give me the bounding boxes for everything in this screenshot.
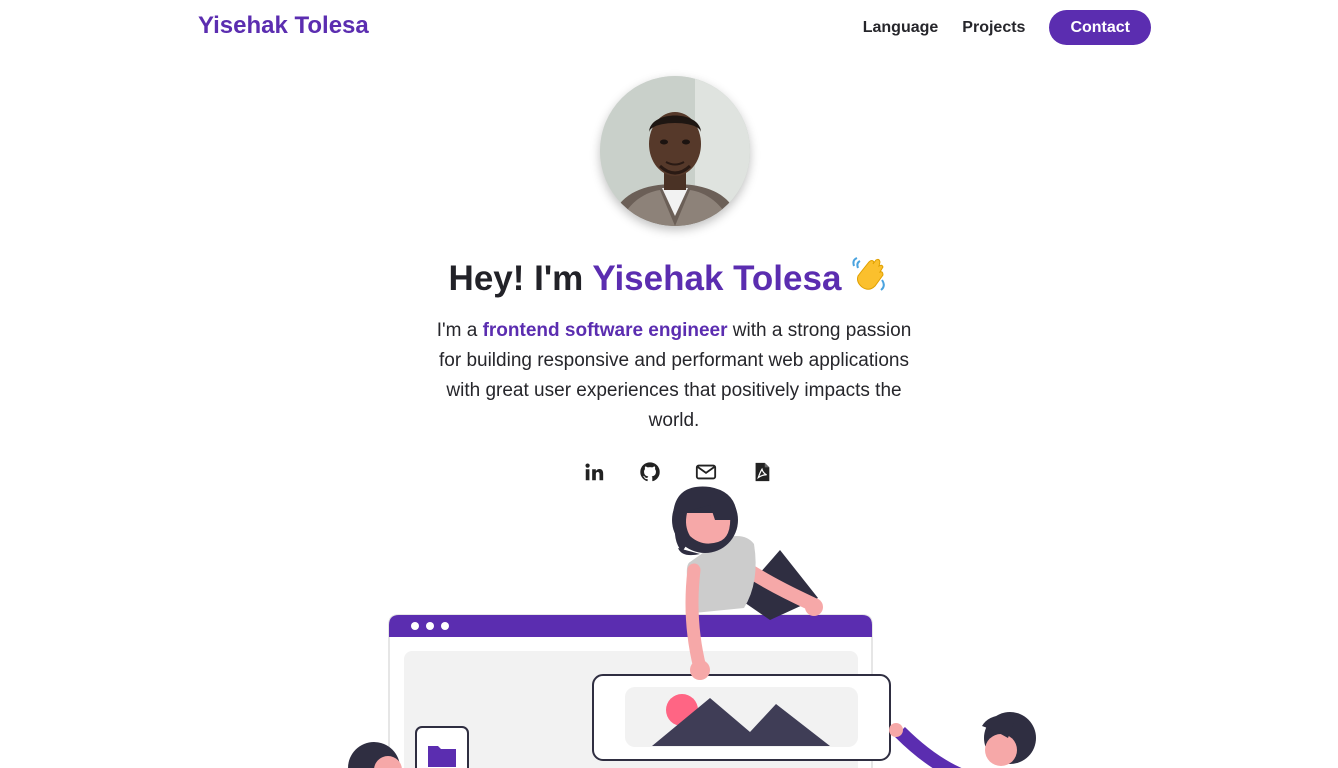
intro-prefix: I'm a (436, 320, 483, 341)
greeting-text: Hey! I'm (448, 259, 593, 298)
hero-heading: Hey! I'm Yisehak Tolesa (0, 254, 1338, 303)
contact-button[interactable]: Contact (1049, 10, 1151, 45)
brand-logo-link[interactable]: Yisehak Tolesa (198, 12, 369, 40)
waving-hand-icon (849, 254, 889, 303)
nav-links: Language Projects Contact (863, 10, 1151, 45)
nav-link-projects[interactable]: Projects (962, 19, 1025, 37)
intro-highlight: frontend software engineer (482, 320, 728, 341)
folder-card-graphic (415, 726, 469, 768)
hero-name: Yisehak Tolesa (592, 259, 842, 298)
profile-photo (600, 76, 750, 226)
top-navbar: Yisehak Tolesa Language Projects Contact (0, 0, 1338, 56)
nav-link-language[interactable]: Language (863, 19, 939, 37)
image-card-graphic (592, 674, 891, 761)
right-person-graphic (889, 712, 1036, 768)
intro-paragraph: I'm a frontend software engineer with a … (424, 316, 924, 436)
hero-illustration (348, 486, 1036, 768)
profile-avatar (600, 76, 750, 226)
